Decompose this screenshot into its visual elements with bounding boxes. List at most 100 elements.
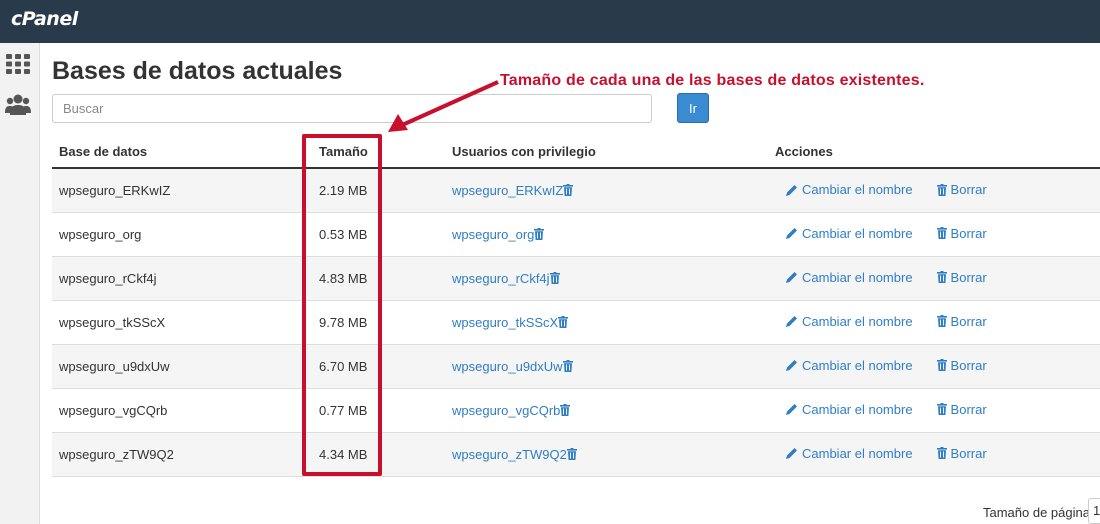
delete-label: Borrar <box>950 313 987 329</box>
rename-label: Cambiar el nombre <box>802 225 913 241</box>
table-row: wpseguro_vgCQrb 0.77 MB wpseguro_vgCQrb Cam… <box>52 388 1100 433</box>
pencil-icon <box>786 228 797 240</box>
header-size[interactable]: Tamaño <box>299 135 445 169</box>
database-size: 6.70 MB <box>299 344 445 389</box>
privileged-user-link[interactable]: wpseguro_rCkf4j <box>452 271 550 286</box>
search-input[interactable] <box>52 94 652 123</box>
actions-cell: Cambiar el nombre Borrar <box>768 168 1100 213</box>
header-database[interactable]: Base de datos <box>52 135 299 169</box>
header-users: Usuarios con privilegio <box>445 135 768 169</box>
revoke-user-button[interactable] <box>560 403 571 418</box>
privileged-user-link[interactable]: wpseguro_ERKwIZ <box>452 183 563 198</box>
annotation-text: Tamaño de cada una de las bases de datos… <box>500 72 925 89</box>
go-button[interactable]: Ir <box>677 93 709 123</box>
privileged-user-cell: wpseguro_u9dxUw <box>445 344 768 389</box>
rename-label: Cambiar el nombre <box>802 357 913 373</box>
delete-label: Borrar <box>950 445 987 461</box>
actions-cell: Cambiar el nombre Borrar <box>768 256 1100 301</box>
rename-button[interactable]: Cambiar el nombre <box>786 182 913 197</box>
rename-button[interactable]: Cambiar el nombre <box>786 446 913 461</box>
grid-icon <box>6 54 30 74</box>
database-name: wpseguro_u9dxUw <box>52 344 299 389</box>
actions-cell: Cambiar el nombre Borrar <box>768 432 1100 477</box>
revoke-user-button[interactable] <box>549 271 560 286</box>
privileged-user-link[interactable]: wpseguro_org <box>452 227 534 242</box>
database-name: wpseguro_ERKwIZ <box>52 168 299 213</box>
privileged-user-cell: wpseguro_zTW9Q2 <box>445 432 768 477</box>
rename-label: Cambiar el nombre <box>802 182 913 197</box>
delete-button[interactable]: Borrar <box>936 269 987 285</box>
database-name: wpseguro_org <box>52 212 299 257</box>
trash-icon <box>936 227 947 240</box>
revoke-user-button[interactable] <box>566 447 577 462</box>
privileged-user-link[interactable]: wpseguro_vgCQrb <box>452 403 560 418</box>
pencil-icon <box>786 448 797 460</box>
actions-cell: Cambiar el nombre Borrar <box>768 344 1100 389</box>
table-row: wpseguro_ERKwIZ 2.19 MB wpseguro_ERKwIZ Cam… <box>52 168 1100 213</box>
database-size: 2.19 MB <box>299 168 445 213</box>
apps-grid-button[interactable] <box>4 51 32 77</box>
privileged-user-link[interactable]: wpseguro_u9dxUw <box>452 359 563 374</box>
page-size-select[interactable]: 1 <box>1088 498 1100 524</box>
cpanel-logo[interactable]: cPanel <box>11 8 78 30</box>
rename-label: Cambiar el nombre <box>802 401 913 417</box>
databases-table: Base de datos Tamaño Usuarios con privil… <box>52 135 1100 477</box>
privileged-user-cell: wpseguro_org <box>445 212 768 257</box>
trash-icon <box>936 271 947 284</box>
delete-button[interactable]: Borrar <box>936 225 987 241</box>
delete-button[interactable]: Borrar <box>936 313 987 329</box>
database-name: wpseguro_zTW9Q2 <box>52 432 299 477</box>
revoke-user-button[interactable] <box>534 227 545 242</box>
privileged-user-cell: wpseguro_vgCQrb <box>445 388 768 433</box>
revoke-user-button[interactable] <box>563 183 574 198</box>
rename-label: Cambiar el nombre <box>802 445 913 461</box>
privileged-user-link[interactable]: wpseguro_tkSScX <box>452 315 558 330</box>
database-name: wpseguro_tkSScX <box>52 300 299 345</box>
delete-label: Borrar <box>950 401 987 417</box>
rename-button[interactable]: Cambiar el nombre <box>786 270 913 285</box>
delete-button[interactable]: Borrar <box>936 182 987 197</box>
trash-icon <box>562 359 573 372</box>
database-size: 9.78 MB <box>299 300 445 345</box>
privileged-user-cell: wpseguro_ERKwIZ <box>445 168 768 213</box>
delete-label: Borrar <box>950 182 987 197</box>
database-size: 4.34 MB <box>299 432 445 477</box>
users-button[interactable] <box>4 91 32 117</box>
trash-icon <box>566 447 577 460</box>
header-actions: Acciones <box>768 135 1100 169</box>
rename-button[interactable]: Cambiar el nombre <box>786 358 913 373</box>
delete-button[interactable]: Borrar <box>936 357 987 373</box>
rename-button[interactable]: Cambiar el nombre <box>786 314 913 329</box>
table-row: wpseguro_tkSScX 9.78 MB wpseguro_tkSScX Cam… <box>52 300 1100 345</box>
pencil-icon <box>786 360 797 372</box>
privileged-user-link[interactable]: wpseguro_zTW9Q2 <box>452 447 567 462</box>
pencil-icon <box>786 404 797 416</box>
trash-icon <box>560 403 571 416</box>
table-row: wpseguro_rCkf4j 4.83 MB wpseguro_rCkf4j Cam… <box>52 256 1100 301</box>
delete-label: Borrar <box>950 269 987 285</box>
rename-button[interactable]: Cambiar el nombre <box>786 402 913 417</box>
table-row: wpseguro_zTW9Q2 4.34 MB wpseguro_zTW9Q2 Cam… <box>52 432 1100 477</box>
database-size: 0.53 MB <box>299 212 445 257</box>
table-header-row: Base de datos Tamaño Usuarios con privil… <box>52 135 1100 169</box>
revoke-user-button[interactable] <box>562 359 573 374</box>
top-bar: cPanel <box>0 0 1100 43</box>
database-size: 4.83 MB <box>299 256 445 301</box>
actions-cell: Cambiar el nombre Borrar <box>768 212 1100 257</box>
delete-label: Borrar <box>950 357 987 373</box>
delete-button[interactable]: Borrar <box>936 445 987 461</box>
delete-label: Borrar <box>950 225 987 241</box>
rename-label: Cambiar el nombre <box>802 269 913 285</box>
actions-cell: Cambiar el nombre Borrar <box>768 388 1100 433</box>
delete-button[interactable]: Borrar <box>936 401 987 417</box>
database-name: wpseguro_vgCQrb <box>52 388 299 433</box>
revoke-user-button[interactable] <box>558 315 569 330</box>
main-content: Bases de datos actuales Ir Base de datos… <box>40 43 1100 524</box>
privileged-user-cell: wpseguro_rCkf4j <box>445 256 768 301</box>
trash-icon <box>936 403 947 416</box>
rename-button[interactable]: Cambiar el nombre <box>786 226 913 241</box>
trash-icon <box>534 227 545 240</box>
trash-icon <box>549 271 560 284</box>
trash-icon <box>936 447 947 460</box>
trash-icon <box>936 183 947 196</box>
